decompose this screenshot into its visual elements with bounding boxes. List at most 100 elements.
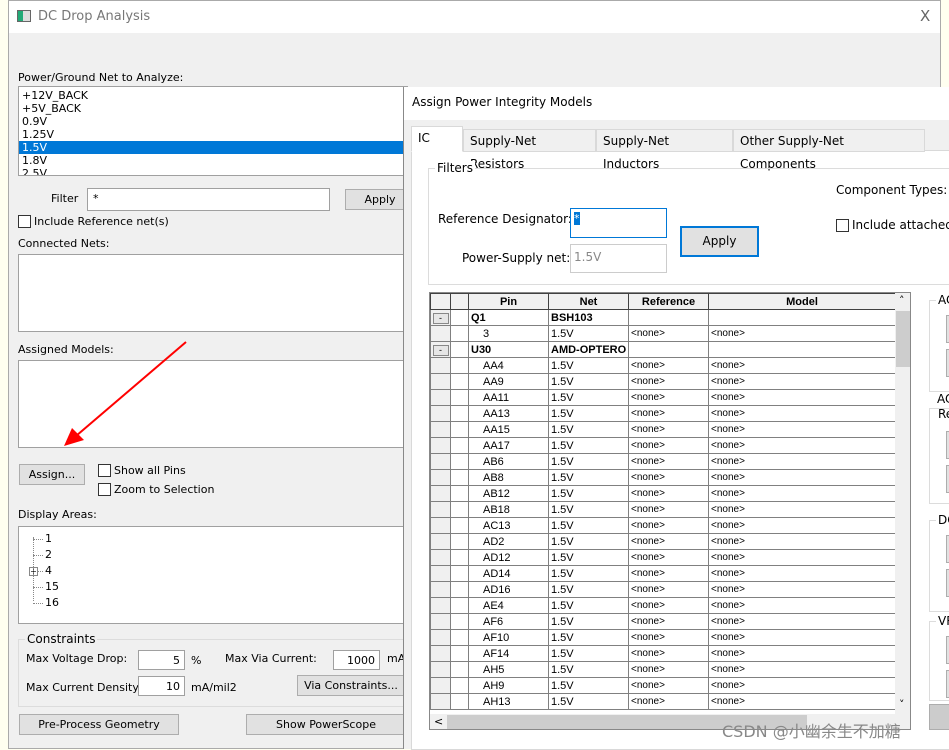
row-selector[interactable]: [430, 469, 451, 486]
reference-cell[interactable]: <none>: [628, 325, 709, 342]
reference-cell[interactable]: <none>: [628, 597, 709, 614]
table-row[interactable]: AA13 1.5V <none> <none>: [430, 405, 896, 422]
row-selector[interactable]: [430, 405, 451, 422]
model-cell[interactable]: <none>: [708, 469, 896, 486]
reference-cell[interactable]: <none>: [628, 517, 709, 534]
table-row[interactable]: AB8 1.5V <none> <none>: [430, 469, 896, 486]
model-cell[interactable]: <none>: [708, 453, 896, 470]
table-row[interactable]: AD2 1.5V <none> <none>: [430, 533, 896, 550]
column-header-net[interactable]: Net: [548, 293, 629, 310]
table-row[interactable]: AB18 1.5V <none> <none>: [430, 501, 896, 518]
reference-cell[interactable]: <none>: [628, 469, 709, 486]
side-button[interactable]: [929, 704, 949, 730]
dialog-apply-button[interactable]: Apply: [680, 226, 759, 257]
tab-ic[interactable]: IC: [411, 126, 463, 152]
column-header-model[interactable]: Model: [708, 293, 896, 310]
table-row[interactable]: AF14 1.5V <none> <none>: [430, 645, 896, 662]
model-cell[interactable]: <none>: [708, 693, 896, 710]
table-row[interactable]: AD16 1.5V <none> <none>: [430, 581, 896, 598]
reference-cell[interactable]: <none>: [628, 693, 709, 710]
model-cell[interactable]: <none>: [708, 437, 896, 454]
table-row[interactable]: AE4 1.5V <none> <none>: [430, 597, 896, 614]
reference-cell[interactable]: <none>: [628, 565, 709, 582]
column-header-reference[interactable]: Reference: [628, 293, 709, 310]
vertical-scrollbar[interactable]: ˄ ˅: [895, 293, 910, 714]
model-cell[interactable]: <none>: [708, 485, 896, 502]
model-cell[interactable]: <none>: [708, 565, 896, 582]
row-selector[interactable]: [430, 501, 451, 518]
reference-cell[interactable]: <none>: [628, 645, 709, 662]
row-selector[interactable]: [430, 437, 451, 454]
row-selector[interactable]: [430, 677, 451, 694]
tab-supply-net-resistors[interactable]: Supply-Net Resistors: [463, 129, 596, 171]
row-selector[interactable]: [430, 613, 451, 630]
model-cell[interactable]: <none>: [708, 549, 896, 566]
table-row[interactable]: AA15 1.5V <none> <none>: [430, 421, 896, 438]
row-selector[interactable]: [430, 597, 451, 614]
reference-cell[interactable]: <none>: [628, 677, 709, 694]
table-row[interactable]: AH9 1.5V <none> <none>: [430, 677, 896, 694]
model-cell[interactable]: <none>: [708, 597, 896, 614]
table-row[interactable]: AA17 1.5V <none> <none>: [430, 437, 896, 454]
row-selector[interactable]: [430, 357, 451, 374]
row-selector[interactable]: [430, 661, 451, 678]
row-selector[interactable]: [430, 581, 451, 598]
row-selector[interactable]: [430, 693, 451, 710]
reference-cell[interactable]: <none>: [628, 549, 709, 566]
scroll-thumb[interactable]: [896, 311, 910, 367]
tab-other-supply-net-components[interactable]: Other Supply-Net Components: [733, 129, 925, 171]
row-selector[interactable]: [430, 645, 451, 662]
table-row[interactable]: AB12 1.5V <none> <none>: [430, 485, 896, 502]
reference-cell[interactable]: <none>: [628, 453, 709, 470]
row-selector[interactable]: [430, 629, 451, 646]
table-row[interactable]: AA11 1.5V <none> <none>: [430, 389, 896, 406]
model-cell[interactable]: <none>: [708, 501, 896, 518]
model-cell[interactable]: <none>: [708, 373, 896, 390]
model-cell[interactable]: <none>: [708, 533, 896, 550]
row-selector[interactable]: [430, 373, 451, 390]
table-row[interactable]: AH5 1.5V <none> <none>: [430, 661, 896, 678]
model-cell[interactable]: <none>: [708, 645, 896, 662]
model-cell[interactable]: <none>: [708, 325, 896, 342]
scroll-down-icon[interactable]: ˅: [899, 698, 905, 711]
row-selector[interactable]: [430, 549, 451, 566]
ref-des-input[interactable]: *: [570, 208, 667, 238]
include-attached-checkbox[interactable]: [836, 219, 849, 232]
reference-cell[interactable]: <none>: [628, 405, 709, 422]
reference-cell[interactable]: <none>: [628, 613, 709, 630]
row-selector[interactable]: [430, 421, 451, 438]
reference-cell[interactable]: <none>: [628, 629, 709, 646]
model-cell[interactable]: <none>: [708, 405, 896, 422]
reference-cell[interactable]: <none>: [628, 389, 709, 406]
model-cell[interactable]: <none>: [708, 581, 896, 598]
reference-cell[interactable]: <none>: [628, 421, 709, 438]
row-selector[interactable]: [430, 453, 451, 470]
reference-cell[interactable]: <none>: [628, 437, 709, 454]
table-row[interactable]: AF6 1.5V <none> <none>: [430, 613, 896, 630]
model-cell[interactable]: <none>: [708, 661, 896, 678]
reference-cell[interactable]: <none>: [628, 533, 709, 550]
collapse-button[interactable]: -: [432, 345, 449, 356]
reference-cell[interactable]: <none>: [628, 581, 709, 598]
model-cell[interactable]: <none>: [708, 517, 896, 534]
table-row[interactable]: AD14 1.5V <none> <none>: [430, 565, 896, 582]
table-row[interactable]: AA4 1.5V <none> <none>: [430, 357, 896, 374]
table-row[interactable]: AC13 1.5V <none> <none>: [430, 517, 896, 534]
row-selector[interactable]: [430, 517, 451, 534]
row-selector[interactable]: [430, 389, 451, 406]
model-cell[interactable]: <none>: [708, 613, 896, 630]
table-row[interactable]: AD12 1.5V <none> <none>: [430, 549, 896, 566]
scroll-up-icon[interactable]: ˄: [899, 294, 905, 307]
tab-supply-net-inductors[interactable]: Supply-Net Inductors: [596, 129, 733, 171]
row-selector[interactable]: [430, 565, 451, 582]
table-row[interactable]: AA9 1.5V <none> <none>: [430, 373, 896, 390]
scroll-left-icon[interactable]: <: [434, 715, 443, 728]
reference-cell[interactable]: <none>: [628, 357, 709, 374]
reference-cell[interactable]: <none>: [628, 373, 709, 390]
model-cell[interactable]: <none>: [708, 629, 896, 646]
table-row[interactable]: 3 1.5V <none> <none>: [430, 325, 896, 342]
reference-cell[interactable]: <none>: [628, 661, 709, 678]
component-row[interactable]: - U30 AMD-OPTERO: [430, 341, 896, 358]
model-cell[interactable]: <none>: [708, 357, 896, 374]
model-cell[interactable]: <none>: [708, 421, 896, 438]
